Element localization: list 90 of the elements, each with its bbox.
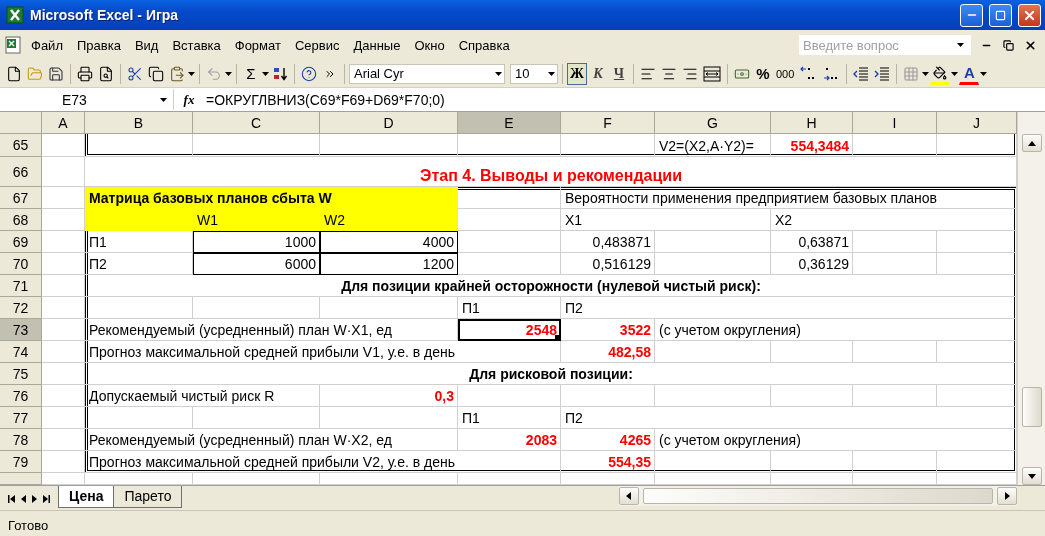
cell-text: 0,63871 — [797, 233, 850, 252]
cell-text: 1200 — [421, 255, 455, 274]
sheet-tab[interactable]: Парето — [113, 486, 183, 508]
cell-text: 6000 — [283, 255, 317, 274]
cell-text: 0,516129 — [591, 255, 652, 274]
menu-item[interactable]: Сервис — [287, 34, 347, 56]
section-title: Этап 4. Выводы и рекомендации — [419, 166, 683, 186]
cell-text: 3522 — [618, 321, 652, 340]
cell-text: 554,35 — [607, 453, 652, 472]
cell-text: Прогноз максимальной средней прибыли V1, у.е. в день — [88, 343, 457, 362]
cell-text: П1 — [461, 299, 481, 318]
column-header[interactable]: A — [42, 112, 85, 134]
column-header[interactable]: C — [193, 112, 320, 134]
menu-item[interactable]: Формат — [227, 34, 288, 56]
cell-text: Рекомендуемый (усредненный) план W·X1, ед — [88, 321, 393, 340]
section-heading: Для рисковой позиции: — [468, 365, 634, 384]
row-header[interactable]: 79 — [0, 451, 42, 473]
cell-text: 554,3484 — [789, 136, 850, 156]
cell-text: 2548 — [524, 321, 558, 340]
menu-item[interactable]: Вставка — [165, 34, 228, 56]
column-header[interactable]: H — [771, 112, 853, 134]
menu-item[interactable]: Файл — [24, 34, 70, 56]
status-text: Готово — [0, 510, 1045, 536]
percent-button[interactable]: % — [753, 62, 773, 85]
row-header[interactable]: 71 — [0, 275, 42, 297]
menu-item[interactable]: Правка — [69, 34, 128, 56]
row-header[interactable]: 78 — [0, 429, 42, 451]
cell-text: П2 — [88, 255, 108, 274]
cell-text: V2=(X2,A·Y2)= — [658, 136, 755, 156]
cell-text: 0,36129 — [797, 255, 850, 274]
font-size-field[interactable]: 10 — [510, 63, 558, 84]
function-button[interactable]: fx — [174, 91, 204, 108]
row-header[interactable]: 66 — [0, 157, 42, 187]
section-heading: Для позиции крайней осторожности (нулевой чистый риск): — [340, 277, 762, 296]
cell-text: 0,3 — [433, 387, 455, 406]
cell-text: W2 — [323, 211, 346, 230]
row-header[interactable]: 75 — [0, 363, 42, 385]
formula-field[interactable]: =ОКРУГЛВНИЗ(C69*F69+D69*F70;0) — [204, 91, 445, 108]
menu-item[interactable]: Данные — [346, 34, 408, 56]
menu-item[interactable]: Окно — [407, 34, 452, 56]
cell-text: П1 — [88, 233, 108, 252]
cell-text: П1 — [461, 409, 481, 428]
cell-text: (с учетом округления) — [658, 431, 802, 450]
menu-item[interactable]: Вид — [127, 34, 166, 56]
name-box[interactable]: E73 — [0, 89, 174, 110]
sum-button[interactable]: Σ — [241, 62, 261, 85]
row-header[interactable]: 70 — [0, 253, 42, 275]
column-header[interactable]: D — [320, 112, 458, 134]
cell-text: 4000 — [421, 233, 455, 252]
column-header[interactable]: J — [937, 112, 1017, 134]
row-header[interactable]: 68 — [0, 209, 42, 231]
sheet-tab[interactable]: Цена — [58, 486, 115, 508]
cell-text: П2 — [564, 299, 584, 318]
cell-text: 482,58 — [607, 343, 652, 362]
row-header[interactable]: 74 — [0, 341, 42, 363]
font-field[interactable]: Arial Cyr — [349, 63, 505, 84]
cell-text: W1 — [196, 211, 219, 230]
cell-text: (с учетом округления) — [658, 321, 802, 340]
font-color-button[interactable]: A — [959, 62, 980, 85]
column-header[interactable]: I — [853, 112, 937, 134]
cell-text: Матрица базовых планов сбыта W — [88, 189, 333, 208]
column-header[interactable]: B — [85, 112, 193, 134]
cell-text: Прогноз максимальной средней прибыли V2, у.е. в день — [88, 453, 457, 472]
row-header[interactable]: 77 — [0, 407, 42, 429]
help-search-field[interactable]: Введите вопрос — [799, 35, 949, 55]
cell-text: Вероятности применения предприятием базовых планов — [564, 189, 939, 208]
cell-text: X1 — [564, 211, 584, 230]
row-header[interactable]: 76 — [0, 385, 42, 407]
row-header[interactable]: 73 — [0, 319, 42, 341]
column-header[interactable]: G — [655, 112, 771, 134]
column-header[interactable]: E — [458, 112, 561, 134]
underline-button[interactable]: Ч — [609, 62, 629, 85]
cell-text: 2083 — [524, 431, 558, 450]
cell-text: X2 — [774, 211, 794, 230]
row-header[interactable]: 65 — [0, 134, 42, 157]
cell-text: 0,483871 — [591, 233, 652, 252]
cell-text: Допускаемый чистый риск R — [88, 387, 276, 406]
row-header[interactable]: 67 — [0, 187, 42, 209]
row-header[interactable]: 69 — [0, 231, 42, 253]
italic-button[interactable]: К — [588, 62, 608, 85]
cell-text: Рекомендуемый (усредненный) план W·X2, ед — [88, 431, 393, 450]
cell-text: 4265 — [618, 431, 652, 450]
thousands-button[interactable]: 000 — [774, 62, 797, 85]
cell-text: 1000 — [283, 233, 317, 252]
bold-button[interactable]: Ж — [567, 62, 587, 85]
column-header[interactable]: F — [561, 112, 655, 134]
cell-text: П2 — [564, 409, 584, 428]
menu-item[interactable]: Справка — [451, 34, 517, 56]
row-header[interactable]: 72 — [0, 297, 42, 319]
window-title: Microsoft Excel - Игра — [30, 7, 180, 23]
